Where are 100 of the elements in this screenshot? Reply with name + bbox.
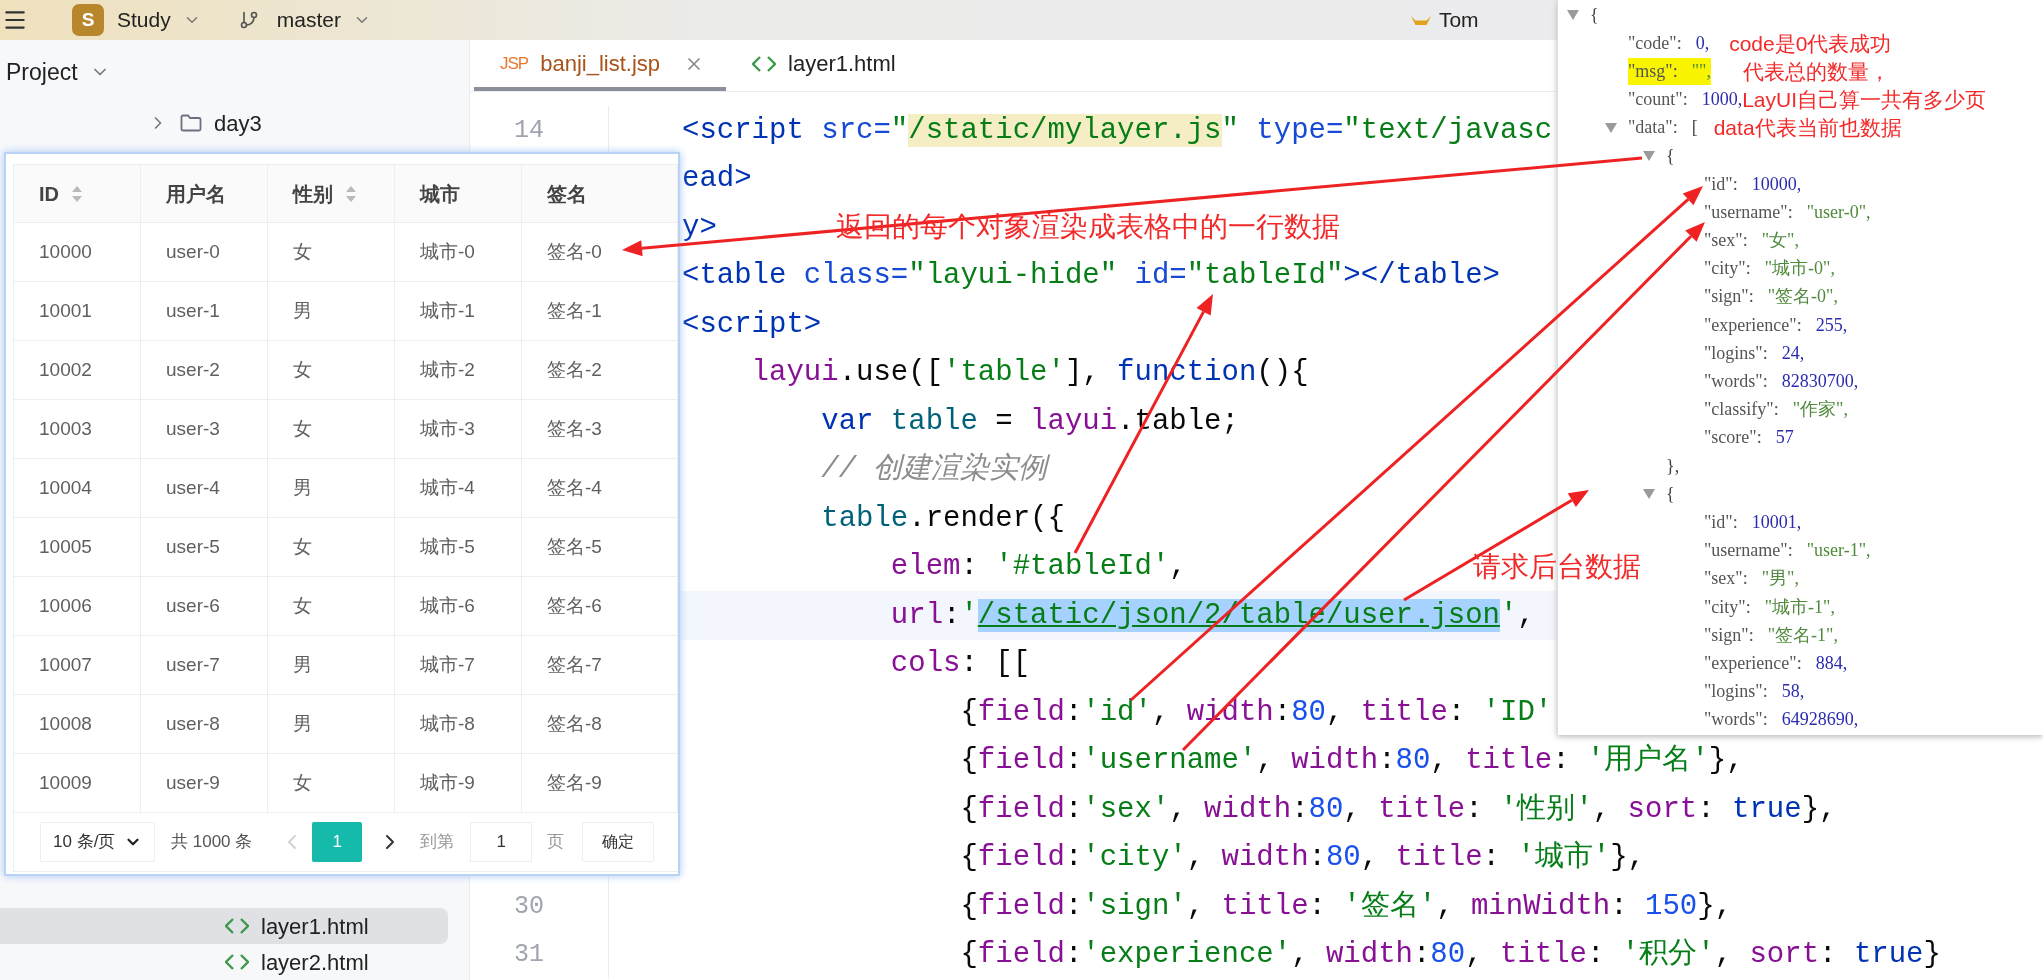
- table-cell: user-9: [141, 754, 268, 812]
- table-cell: 10001: [14, 282, 141, 340]
- table-cell: 城市-7: [395, 636, 522, 694]
- table-cell: 10000: [14, 223, 141, 281]
- json-entry: "sex": "女",: [1704, 229, 1799, 253]
- json-entry: "sex": "男",: [1704, 567, 1799, 591]
- table-cell: user-8: [141, 695, 268, 753]
- code-line: cols: [[: [889, 646, 1031, 682]
- table-cell: 女: [268, 754, 395, 812]
- table-cell: 签名-1: [522, 282, 678, 340]
- json-entry: "words": 82830700,: [1704, 370, 1859, 394]
- table-cell: 城市-8: [395, 695, 522, 753]
- code-line: {field:'sign', title: '签名', minWidth: 150},: [959, 888, 1733, 925]
- sort-icon[interactable]: [71, 184, 83, 203]
- table-cell: 女: [268, 400, 395, 458]
- code-line: <script src="/static/mylayer.js" type="text/javasc: [682, 112, 1553, 149]
- json-entry: "city": "城市-1",: [1704, 595, 1835, 619]
- json-entry: "username": "user-1",: [1704, 539, 1871, 563]
- json-entry: "data": [: [1628, 116, 1698, 140]
- json-entry: "classify": "作家",: [1704, 398, 1848, 422]
- column-header[interactable]: ID: [14, 165, 141, 222]
- table-cell: 签名-7: [522, 636, 678, 694]
- table-cell: 10006: [14, 577, 141, 635]
- triangle-icon[interactable]: [1642, 150, 1656, 163]
- json-entry: "code": 0,: [1628, 31, 1710, 55]
- project-name[interactable]: Study: [117, 4, 171, 36]
- code-line: table.render({: [820, 500, 1065, 537]
- line-number: 30: [514, 890, 544, 923]
- json-brace: {: [1666, 482, 1675, 506]
- json-entry: "id": 10000,: [1704, 172, 1802, 196]
- code-line: {field:'sex', width:80, title: '性别', sort: true},: [959, 791, 1837, 828]
- table-cell: 女: [268, 223, 395, 281]
- code-line: {field:'city', width:80, title: '城市'},: [959, 839, 1645, 876]
- table-cell: 城市-5: [395, 518, 522, 576]
- goto-label: 到第: [420, 831, 455, 854]
- annotation-text: data代表当前也数据: [1713, 115, 1902, 142]
- tree-item[interactable]: layer2.html: [0, 944, 448, 980]
- table-cell: 签名-3: [522, 400, 678, 458]
- triangle-icon[interactable]: [1642, 488, 1656, 501]
- table-cell: user-2: [141, 341, 268, 399]
- annotation-text: 代表总的数量，: [1742, 58, 1890, 85]
- table-cell: 城市-3: [395, 400, 522, 458]
- branch-name[interactable]: master: [276, 4, 341, 36]
- table-cell: 签名-2: [522, 341, 678, 399]
- json-brace: {: [1590, 3, 1599, 27]
- json-entry: "username": "user-0",: [1704, 200, 1871, 224]
- code-line: {field:'username', width:80, title: '用户名'},: [959, 743, 1744, 779]
- json-brace: },: [1666, 454, 1680, 478]
- editor-tab[interactable]: layer1.html: [726, 40, 918, 91]
- table-cell: 城市-0: [395, 223, 522, 281]
- json-entry: "logins": 58,: [1704, 680, 1805, 704]
- json-entry: "words": 64928690,: [1704, 708, 1859, 732]
- page-size-select[interactable]: 10 条/页: [40, 822, 155, 862]
- table-cell: user-0: [141, 223, 268, 281]
- editor-tab[interactable]: JSP banji_list.jsp: [474, 40, 727, 91]
- branch-icon: [238, 10, 259, 30]
- json-entry: "sign": "签名-0",: [1704, 285, 1838, 309]
- code-icon: [225, 954, 249, 970]
- json-entry: "city": "城市-0",: [1704, 257, 1835, 281]
- column-header[interactable]: 签名: [522, 165, 678, 222]
- json-entry: "score": 57: [1704, 426, 1794, 450]
- triangle-icon[interactable]: [1604, 121, 1618, 134]
- table-cell: 男: [268, 636, 395, 694]
- tree-item[interactable]: day3: [0, 104, 448, 142]
- column-header[interactable]: 城市: [395, 165, 522, 222]
- table-cell: 10005: [14, 518, 141, 576]
- json-entry: "logins": 24,: [1704, 341, 1805, 365]
- table-cell: 10002: [14, 341, 141, 399]
- sort-icon[interactable]: [345, 184, 357, 203]
- json-entry: "count": 1000,: [1628, 88, 1743, 112]
- jsp-file-icon: JSP: [500, 50, 529, 77]
- column-header[interactable]: 性别: [268, 165, 395, 222]
- table-cell: 签名-8: [522, 695, 678, 753]
- code-line: y>: [682, 209, 717, 246]
- tree-item-label: layer2.html: [261, 948, 369, 977]
- table-cell: 10003: [14, 400, 141, 458]
- tree-item-label: layer1.html: [261, 912, 369, 941]
- table-cell: 女: [268, 341, 395, 399]
- run-config[interactable]: Tom: [1438, 4, 1479, 36]
- page-unit-label: 页: [547, 831, 565, 854]
- sidebar-title[interactable]: Project: [6, 54, 78, 90]
- code-line: <script>: [682, 306, 822, 343]
- table-cell: 男: [268, 282, 395, 340]
- table-cell: 男: [268, 459, 395, 517]
- tab-label: layer1.html: [788, 50, 896, 78]
- table-cell: 城市-4: [395, 459, 522, 517]
- triangle-icon[interactable]: [1566, 9, 1580, 22]
- confirm-button[interactable]: 确定: [582, 822, 655, 862]
- line-number: 31: [514, 939, 544, 971]
- json-entry: "id": 10001,: [1704, 510, 1802, 534]
- page-input[interactable]: 1: [470, 822, 533, 862]
- table-cell: 10008: [14, 695, 141, 753]
- folder-icon: [180, 114, 202, 132]
- table-cell: 女: [268, 577, 395, 635]
- annotation-text: 请求后台数据: [1472, 549, 1641, 584]
- column-header[interactable]: 用户名: [141, 165, 268, 222]
- table-cell: 城市-2: [395, 341, 522, 399]
- table-cell: user-6: [141, 577, 268, 635]
- table-cell: 城市-6: [395, 577, 522, 635]
- tree-item[interactable]: layer1.html: [0, 908, 448, 944]
